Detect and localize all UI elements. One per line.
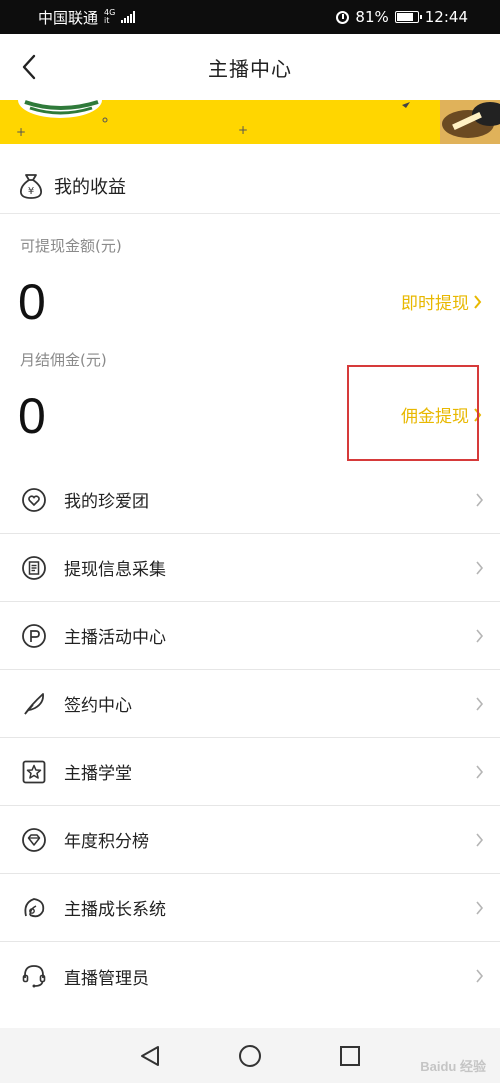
menu-item-contract-center[interactable]: 签约中心 <box>0 670 500 738</box>
menu-item-label: 主播学堂 <box>64 764 132 784</box>
menu-item-growth-system[interactable]: 主播成长系统 <box>0 874 500 942</box>
chevron-right-icon <box>476 697 484 711</box>
headset-icon <box>20 962 48 990</box>
promo-banner[interactable]: + + <box>0 100 500 144</box>
menu-item-label: 提现信息采集 <box>64 560 166 580</box>
money-bag-icon: ¥ <box>20 173 42 199</box>
menu-item-activity-center[interactable]: 主播活动中心 <box>0 602 500 670</box>
banner-artwork: + + <box>16 100 500 144</box>
monthly-commission-label: 月结佣金(元) <box>20 351 107 369</box>
annotation-highlight-box <box>347 365 479 461</box>
menu-item-annual-ranking[interactable]: 年度积分榜 <box>0 806 500 874</box>
battery-percent: 81% <box>355 8 389 26</box>
menu-item-label: 我的珍爱团 <box>64 492 149 512</box>
withdrawable-label: 可提现金额(元) <box>20 237 122 255</box>
menu-item-academy[interactable]: 主播学堂 <box>0 738 500 806</box>
chevron-right-icon <box>476 493 484 507</box>
star-square-icon <box>20 758 48 786</box>
heart-circle-icon <box>20 486 48 514</box>
clock: 12:44 <box>424 8 468 26</box>
menu-list: 我的珍爱团 提现信息采集 主播活动中心 签约中心 主播学堂 年度积分榜 主播成长… <box>0 466 500 1010</box>
earnings-title: 我的收益 <box>54 176 126 198</box>
watermark: Baidu 经验 <box>420 1059 486 1074</box>
carrier-name: 中国联通 <box>38 8 99 27</box>
menu-item-label: 签约中心 <box>64 696 132 716</box>
menu-item-label: 年度积分榜 <box>64 832 149 852</box>
flag-circle-icon <box>20 622 48 650</box>
nav-bar: 主播中心 <box>0 34 500 100</box>
chevron-right-icon <box>476 561 484 575</box>
monthly-commission-amount: 0 <box>18 388 46 444</box>
menu-item-label: 主播成长系统 <box>64 900 166 920</box>
svg-text:+: + <box>16 125 26 139</box>
chevron-right-icon <box>476 969 484 983</box>
chevron-right-icon <box>476 901 484 915</box>
status-right: 81% 12:44 <box>336 8 468 26</box>
back-button[interactable] <box>14 50 44 84</box>
recents-square-icon[interactable] <box>338 1044 362 1068</box>
home-circle-icon[interactable] <box>237 1043 263 1069</box>
signal-icon <box>121 11 136 23</box>
chevron-right-icon <box>476 833 484 847</box>
menu-item-withdraw-info[interactable]: 提现信息采集 <box>0 534 500 602</box>
earnings-header: ¥ 我的收益 <box>0 158 500 214</box>
svg-text:¥: ¥ <box>28 186 34 197</box>
feather-icon <box>20 690 48 718</box>
chevron-left-icon <box>22 54 36 80</box>
leaf-icon <box>20 894 48 922</box>
alarm-icon <box>336 10 350 24</box>
instant-withdraw-link[interactable]: 即时提现 <box>401 289 482 314</box>
instant-withdraw-label: 即时提现 <box>401 294 469 314</box>
withdrawable-amount: 0 <box>18 274 46 330</box>
document-icon <box>20 554 48 582</box>
menu-item-fan-club[interactable]: 我的珍爱团 <box>0 466 500 534</box>
chevron-right-icon <box>476 765 484 779</box>
status-bar: 中国联通 4G it 81% 12:44 <box>0 0 500 34</box>
battery-icon <box>394 11 422 23</box>
page-title: 主播中心 <box>208 56 292 81</box>
network-type: 4G it <box>104 8 116 25</box>
menu-item-label: 主播活动中心 <box>64 628 166 648</box>
menu-item-live-admin[interactable]: 直播管理员 <box>0 942 500 1010</box>
back-triangle-icon[interactable] <box>138 1044 162 1068</box>
chevron-right-icon <box>474 294 482 309</box>
menu-item-label: 直播管理员 <box>64 968 149 989</box>
chevron-right-icon <box>476 629 484 643</box>
status-left: 中国联通 4G it <box>38 7 136 28</box>
svg-text:+: + <box>238 123 248 137</box>
diamond-icon <box>20 826 48 854</box>
